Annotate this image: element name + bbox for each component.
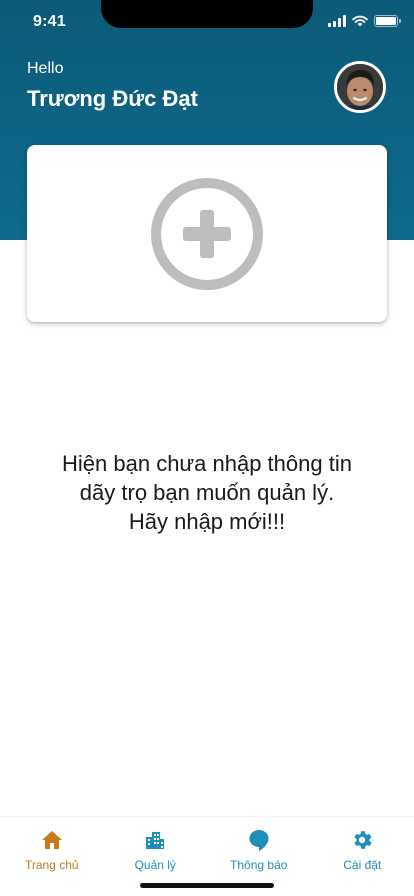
status-icons: [328, 15, 401, 27]
greeting-text: Hello: [27, 60, 64, 77]
chat-bubble-icon: [249, 830, 269, 851]
building-icon: [146, 832, 165, 849]
nav-label-home: Trang chủ: [24, 858, 79, 872]
empty-state-line-2: dãy trọ bạn muốn quản lý.: [79, 480, 335, 505]
empty-state-line-3: Hãy nhập mới!!!: [128, 509, 286, 534]
user-name: Trương Đức Đạt: [27, 86, 198, 111]
add-circle-icon: [151, 177, 263, 290]
home-indicator: [140, 883, 274, 888]
gear-icon: [354, 831, 372, 849]
nav-item-home[interactable]: Trang chủ: [0, 817, 104, 896]
status-time: 9:41: [33, 13, 66, 30]
nav-item-settings[interactable]: Cài đặt: [311, 817, 414, 896]
avatar-image: [337, 64, 383, 110]
add-property-card[interactable]: [27, 145, 387, 322]
battery-icon: [374, 15, 401, 27]
nav-label-settings: Cài đặt: [343, 858, 382, 872]
nav-label-manage: Quản lý: [134, 858, 176, 872]
empty-state-line-1: Hiện bạn chưa nhập thông tin: [62, 451, 352, 476]
status-bar: 9:41: [0, 0, 414, 44]
empty-state-message: Hiện bạn chưa nhập thông tin dãy trọ bạn…: [20, 449, 394, 536]
nav-label-notifications: Thông báo: [230, 858, 288, 872]
signal-icon: [328, 15, 346, 27]
home-icon: [41, 831, 62, 849]
wifi-icon: [352, 15, 368, 27]
avatar[interactable]: [334, 61, 386, 113]
device-notch: [101, 0, 313, 28]
